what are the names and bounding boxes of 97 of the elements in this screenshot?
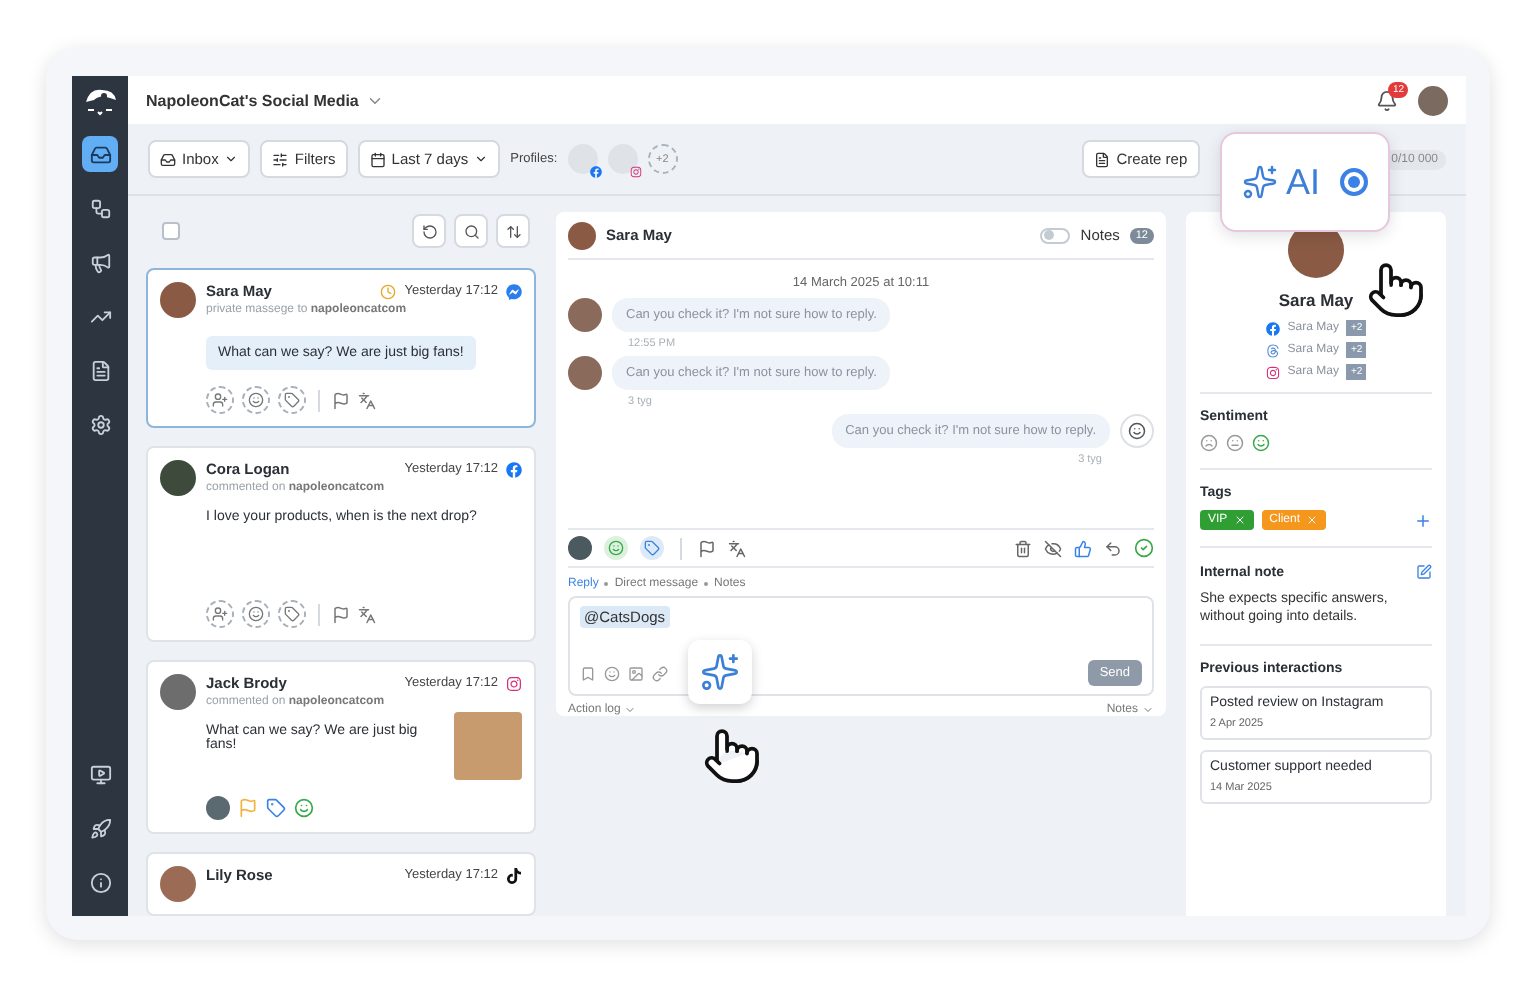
flag-icon[interactable]: [332, 605, 350, 623]
tag-icon: [644, 540, 660, 556]
smile-icon: [248, 392, 264, 408]
flag-icon[interactable]: [698, 539, 716, 557]
tag-icon[interactable]: [266, 798, 286, 818]
avatar: [160, 282, 196, 318]
inbox-icon: [89, 143, 111, 165]
play-icon: [89, 763, 111, 785]
tag-button[interactable]: [640, 536, 664, 560]
refresh-button[interactable]: [412, 214, 446, 248]
tiktok-icon: [506, 867, 522, 883]
facebook-icon: [1265, 321, 1280, 335]
close-icon[interactable]: [1306, 514, 1319, 526]
radio-button[interactable]: [1340, 168, 1368, 196]
link-icon[interactable]: [652, 665, 668, 681]
messenger-icon: [506, 283, 522, 299]
sparkles-icon: [1241, 164, 1278, 200]
tag-icon: [284, 606, 300, 622]
ai-sparkle-button[interactable]: [688, 640, 752, 704]
facebook-icon: [589, 166, 602, 178]
ai-label: AI: [1285, 161, 1320, 203]
instagram-icon: [506, 675, 522, 691]
workspace-title: NapoleonCat's Social Media: [146, 91, 359, 109]
chevron-down-icon: [224, 152, 239, 166]
assign-button[interactable]: [206, 386, 234, 414]
assignee-avatar[interactable]: [206, 796, 230, 820]
avatar: [160, 460, 196, 496]
avatar: [160, 866, 196, 902]
chevron-down-icon: [1142, 704, 1154, 716]
thumbs-up-icon[interactable]: [1074, 539, 1092, 557]
eye-off-icon[interactable]: [1044, 539, 1062, 557]
bell-icon[interactable]: [1376, 89, 1398, 111]
megaphone-icon: [89, 251, 111, 273]
trash-icon[interactable]: [1014, 539, 1032, 557]
info-icon: [89, 871, 111, 893]
close-icon[interactable]: [1233, 514, 1246, 526]
image-icon[interactable]: [628, 665, 644, 681]
bookmark-icon[interactable]: [580, 665, 596, 681]
neutral-face-icon[interactable]: [1226, 434, 1244, 452]
translate-icon[interactable]: [358, 605, 376, 623]
chevron-down-icon: [474, 152, 489, 166]
assignee-avatar[interactable]: [568, 536, 592, 560]
avatar: [568, 356, 602, 390]
profile-avatar[interactable]: [567, 144, 598, 174]
add-icon[interactable]: [1414, 511, 1432, 529]
sort-button[interactable]: [496, 214, 530, 248]
frown-icon[interactable]: [1200, 434, 1218, 452]
flag-icon[interactable]: [332, 391, 350, 409]
assign-button[interactable]: [206, 600, 234, 628]
rocket-icon: [89, 817, 111, 839]
cat-logo-icon: [82, 86, 118, 118]
document-icon: [1094, 151, 1111, 167]
user-plus-icon: [212, 606, 228, 622]
tag-button[interactable]: [278, 386, 306, 414]
tag-icon: [284, 392, 300, 408]
avatar: [568, 221, 596, 249]
profile-avatar[interactable]: [607, 144, 638, 174]
inbox-icon: [160, 151, 176, 167]
contact-name: Sara May: [1278, 290, 1354, 310]
sort-icon: [505, 223, 521, 239]
filter-icon: [272, 151, 289, 167]
sparkles-icon: [700, 652, 740, 692]
settings-icon: [89, 413, 111, 435]
user-plus-icon: [212, 392, 228, 408]
instagram-icon: [629, 166, 642, 178]
check-circle-icon[interactable]: [1134, 538, 1154, 558]
report-icon: [89, 359, 111, 381]
edit-icon[interactable]: [1416, 564, 1432, 580]
avatar: [568, 298, 602, 332]
sentiment-button[interactable]: [242, 386, 270, 414]
user-avatar[interactable]: [1418, 85, 1448, 115]
refresh-icon: [421, 223, 437, 239]
hand-cursor-icon: [702, 726, 762, 786]
chevron-down-icon: [624, 704, 637, 716]
notes-toggle[interactable]: [1040, 227, 1071, 243]
avatar: [160, 674, 196, 710]
facebook-icon: [506, 461, 522, 477]
search-button[interactable]: [454, 214, 488, 248]
translate-icon[interactable]: [728, 539, 746, 557]
calendar-icon: [369, 151, 386, 167]
hand-cursor-icon: [1366, 260, 1426, 320]
select-all-checkbox[interactable]: [162, 222, 180, 240]
emoji-icon[interactable]: [604, 665, 620, 681]
reply-icon[interactable]: [1104, 539, 1122, 557]
tag-button[interactable]: [278, 600, 306, 628]
workflow-icon: [89, 197, 111, 219]
nav-item[interactable]: [82, 136, 118, 172]
sentiment-button[interactable]: [242, 600, 270, 628]
instagram-icon: [1265, 365, 1280, 379]
smile-icon: [608, 540, 624, 556]
smile-icon[interactable]: [294, 798, 314, 818]
smile-icon[interactable]: [1252, 434, 1270, 452]
smile-icon: [248, 606, 264, 622]
sentiment-button[interactable]: [604, 536, 628, 560]
platform-icon: [1265, 343, 1280, 357]
search-icon: [463, 223, 479, 239]
translate-icon[interactable]: [358, 391, 376, 409]
